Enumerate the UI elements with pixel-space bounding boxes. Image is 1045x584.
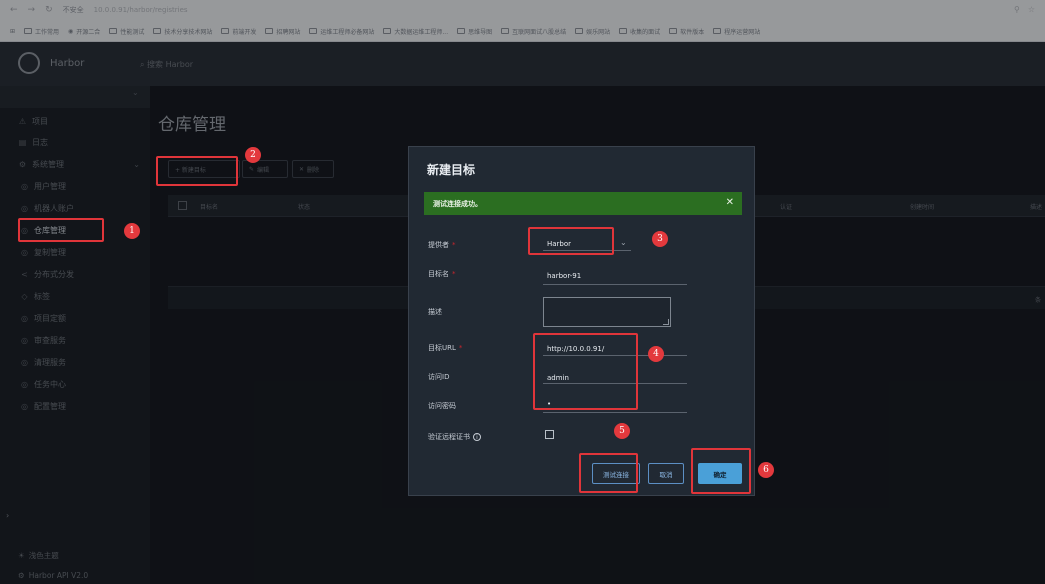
new-endpoint-dialog: 新建目标 测试连接成功。 ✕ 提供者 * Harbor ⌄ 目标名 * harbor… <box>408 146 755 496</box>
alert-message: 测试连接成功。 <box>433 200 482 208</box>
success-alert: 测试连接成功。 ✕ <box>424 192 742 215</box>
highlight-box-ok <box>691 448 751 494</box>
access-secret-underline <box>543 412 687 413</box>
description-textarea[interactable] <box>543 297 671 327</box>
callout-5: 5 <box>614 423 630 439</box>
callout-3: 3 <box>652 231 668 247</box>
url-label: 目标URL * <box>428 344 463 352</box>
callout-1: 1 <box>124 223 140 239</box>
name-input[interactable]: harbor-91 <box>547 272 581 280</box>
verify-cert-checkbox[interactable] <box>545 430 554 439</box>
name-underline <box>543 284 687 285</box>
callout-6: 6 <box>758 462 774 478</box>
highlight-box-provider <box>528 227 614 255</box>
chevron-down-icon[interactable]: ⌄ <box>620 238 627 247</box>
callout-4: 4 <box>648 346 664 362</box>
verify-cert-label: 验证远程证书 i <box>428 432 481 442</box>
info-icon[interactable]: i <box>473 433 481 441</box>
highlight-box-test <box>579 453 638 493</box>
access-id-label: 访问ID <box>428 373 450 381</box>
callout-2: 2 <box>245 147 261 163</box>
dialog-title: 新建目标 <box>427 163 476 177</box>
highlight-box-credentials <box>533 333 638 410</box>
highlight-box-new <box>156 156 238 186</box>
name-label: 目标名 * <box>428 270 456 278</box>
screenshot-root: ← → ↻ 不安全 10.0.0.91/harbor/registries ⚲ … <box>0 0 1045 584</box>
cancel-button[interactable]: 取消 <box>648 463 684 484</box>
access-secret-label: 访问密码 <box>428 402 456 410</box>
description-label: 描述 <box>428 308 442 316</box>
highlight-box-registries <box>18 218 104 242</box>
provider-label: 提供者 * <box>428 241 456 249</box>
close-icon[interactable]: ✕ <box>726 196 734 210</box>
